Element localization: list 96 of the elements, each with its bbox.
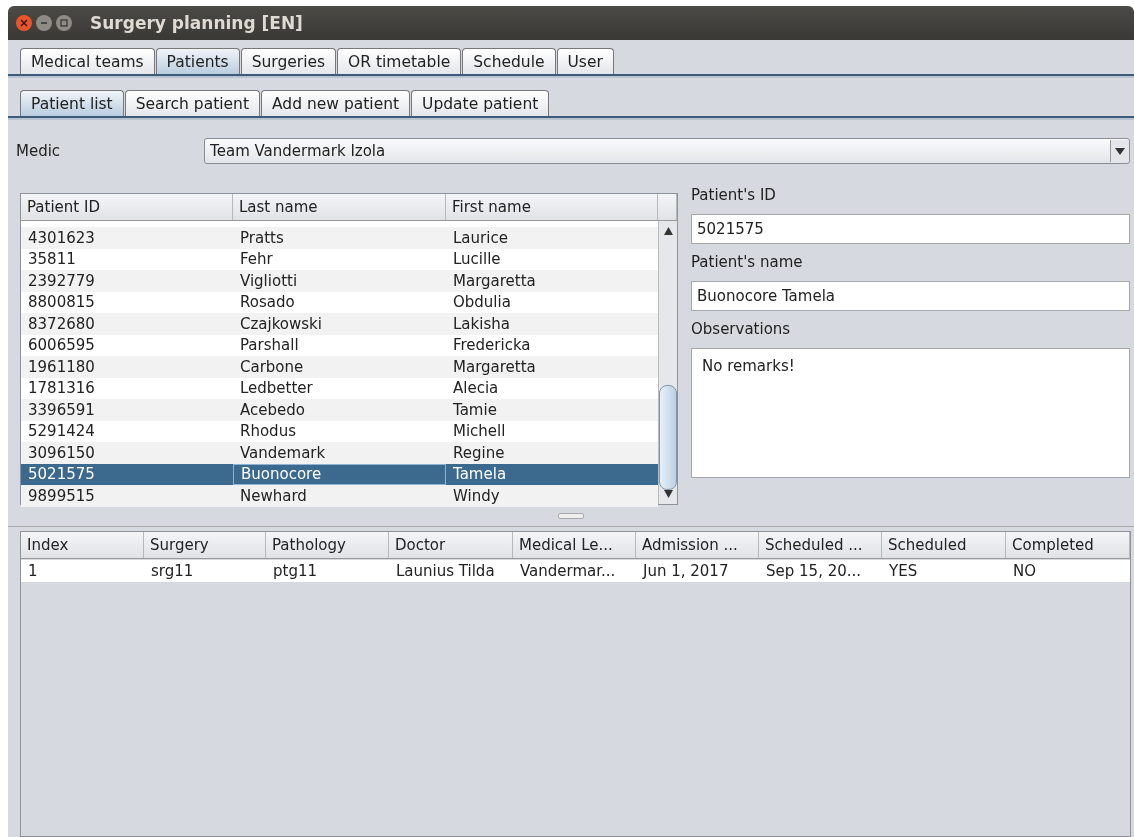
tab[interactable]: Schedule — [462, 48, 556, 74]
input-field[interactable]: 5021575 — [691, 214, 1130, 244]
field-label: Patient's name — [691, 253, 804, 271]
table-cell-text: Lucille — [452, 249, 502, 270]
tab[interactable]: Add new patient — [261, 90, 411, 116]
table-cell-text: Pratts — [239, 227, 285, 249]
table-cell-text: Lakisha — [452, 313, 511, 335]
table-cell-text: ptg11 — [272, 560, 318, 582]
table-cell-text: Ledbetter — [239, 378, 314, 399]
column-header[interactable]: Scheduled — [882, 532, 1006, 558]
table-row[interactable]: 1 srg11 ptg11 Launius Tilda Vandermar... Jun 1, 2017 Sep 15, 20... YES NO — [21, 560, 1130, 582]
tab[interactable]: Patients — [155, 48, 240, 74]
table-row[interactable]: 2392779 Vigliotti Margaretta — [21, 270, 658, 292]
table-cell-text: 5021575 — [27, 464, 96, 485]
window-title: Surgery planning [EN] — [90, 13, 303, 33]
table-cell-text: 35811 — [27, 249, 77, 270]
table-cell-text: Rosado — [239, 292, 296, 313]
table-cell-text: Launius Tilda — [395, 560, 496, 582]
scrollbar[interactable] — [658, 221, 677, 504]
column-header[interactable]: Doctor — [389, 532, 513, 558]
table-cell-text: Tamela — [452, 464, 508, 485]
table-cell-text: Vandemark — [239, 442, 327, 464]
table-cell-text: Newhard — [239, 485, 308, 507]
minimize-icon[interactable] — [36, 15, 52, 31]
table-cell-text: Sep 15, 20... — [765, 560, 863, 582]
tab[interactable]: Medical teams — [20, 48, 155, 74]
table-cell-text: 2392779 — [27, 270, 96, 292]
table-row[interactable]: 3096150 Vandemark Regine — [21, 442, 658, 464]
tab[interactable]: Update patient — [411, 90, 550, 116]
splitter-handle[interactable] — [558, 512, 584, 519]
field-label: Patient's ID — [691, 186, 777, 204]
table-cell-text: YES — [888, 560, 919, 582]
column-header[interactable]: Scheduled ... — [759, 532, 882, 558]
scroll-thumb[interactable] — [659, 384, 677, 491]
table-cell-text: Regine — [452, 442, 506, 464]
table-cell-text: Windy — [452, 485, 501, 507]
table-cell-text: srg11 — [150, 560, 195, 582]
table-cell-text: Vigliotti — [239, 270, 299, 292]
table-cell-text: 4301623 — [27, 227, 96, 249]
input-field[interactable]: Buonocore Tamela — [691, 281, 1130, 311]
table-row[interactable]: 4301623 Pratts Laurice — [21, 227, 658, 249]
table-cell-text: Rhodus — [239, 421, 297, 442]
table-cell-text: 5291424 — [27, 421, 96, 442]
table-cell-text: 9899515 — [27, 485, 96, 507]
table-cell-text: 8372680 — [27, 313, 96, 335]
tab[interactable]: Patient list — [20, 90, 124, 116]
column-header[interactable]: Medical Le... — [513, 532, 636, 558]
table-cell-text: Obdulia — [452, 292, 512, 313]
table-cell-text: Parshall — [239, 335, 300, 356]
observations-field[interactable]: No remarks! — [691, 348, 1130, 478]
scroll-up-icon[interactable] — [663, 227, 673, 235]
table-cell-text: 1961180 — [27, 356, 96, 378]
tab[interactable]: User — [556, 48, 614, 74]
table-cell: Buonocore — [233, 463, 446, 485]
table-cell-text: Michell — [452, 421, 507, 442]
table-cell-text: NO — [1012, 560, 1038, 582]
tab[interactable]: Search patient — [124, 90, 260, 116]
table-cell-text: Acebedo — [239, 399, 306, 421]
table-row[interactable]: 1961180 Carbone Margaretta — [21, 356, 658, 378]
column-header[interactable]: Patient ID — [21, 194, 233, 220]
table-cell-text: 6006595 — [27, 335, 96, 356]
table-cell-text: Carbone — [239, 356, 305, 378]
table-row[interactable]: 3396591 Acebedo Tamie — [21, 399, 658, 421]
table-cell-text: Alecia — [452, 378, 500, 399]
table-cell-text: 1 — [27, 560, 39, 582]
close-icon[interactable] — [16, 15, 32, 31]
table-cell-text: 8800815 — [27, 292, 96, 313]
table-row[interactable]: 8372680 Czajkowski Lakisha — [21, 313, 658, 335]
column-header[interactable]: Last name — [233, 194, 446, 220]
table-row[interactable]: 5021575 Buonocore Tamela — [21, 463, 658, 485]
table-cell-text: Vandermar... — [519, 560, 617, 582]
column-header[interactable]: Admission ... — [636, 532, 759, 558]
tab[interactable]: OR timetable — [337, 48, 462, 74]
dropdown-arrow-icon — [1115, 147, 1125, 155]
table-cell-text: Fredericka — [452, 335, 532, 356]
medic-dropdown[interactable]: Team Vandermark Izola — [204, 138, 1130, 164]
table-row[interactable]: 9899515 Newhard Windy — [21, 485, 658, 507]
tab[interactable]: Surgeries — [240, 48, 337, 74]
table-cell-text: Fehr — [239, 249, 274, 270]
medic-label: Medic — [16, 142, 61, 160]
table-cell-text: Margaretta — [452, 356, 537, 378]
maximize-icon[interactable] — [56, 15, 72, 31]
table-cell-text: 3396591 — [27, 399, 96, 421]
column-header[interactable]: Index — [21, 532, 144, 558]
table-cell-text: 3096150 — [27, 442, 96, 464]
column-header[interactable]: First name — [446, 194, 658, 220]
column-header[interactable]: Pathology — [266, 532, 389, 558]
table-cell-text: Jun 1, 2017 — [641, 560, 730, 582]
table-cell-text: Margaretta — [452, 270, 537, 292]
table-cell-text: Czajkowski — [239, 313, 323, 335]
column-header[interactable]: Completed — [1006, 532, 1130, 558]
table-cell-text: 1781316 — [27, 378, 96, 399]
field-label: Observations — [691, 320, 792, 338]
column-header[interactable]: Surgery — [144, 532, 266, 558]
table-cell-text: Tamie — [452, 399, 498, 421]
table-cell-text: Laurice — [452, 227, 509, 249]
